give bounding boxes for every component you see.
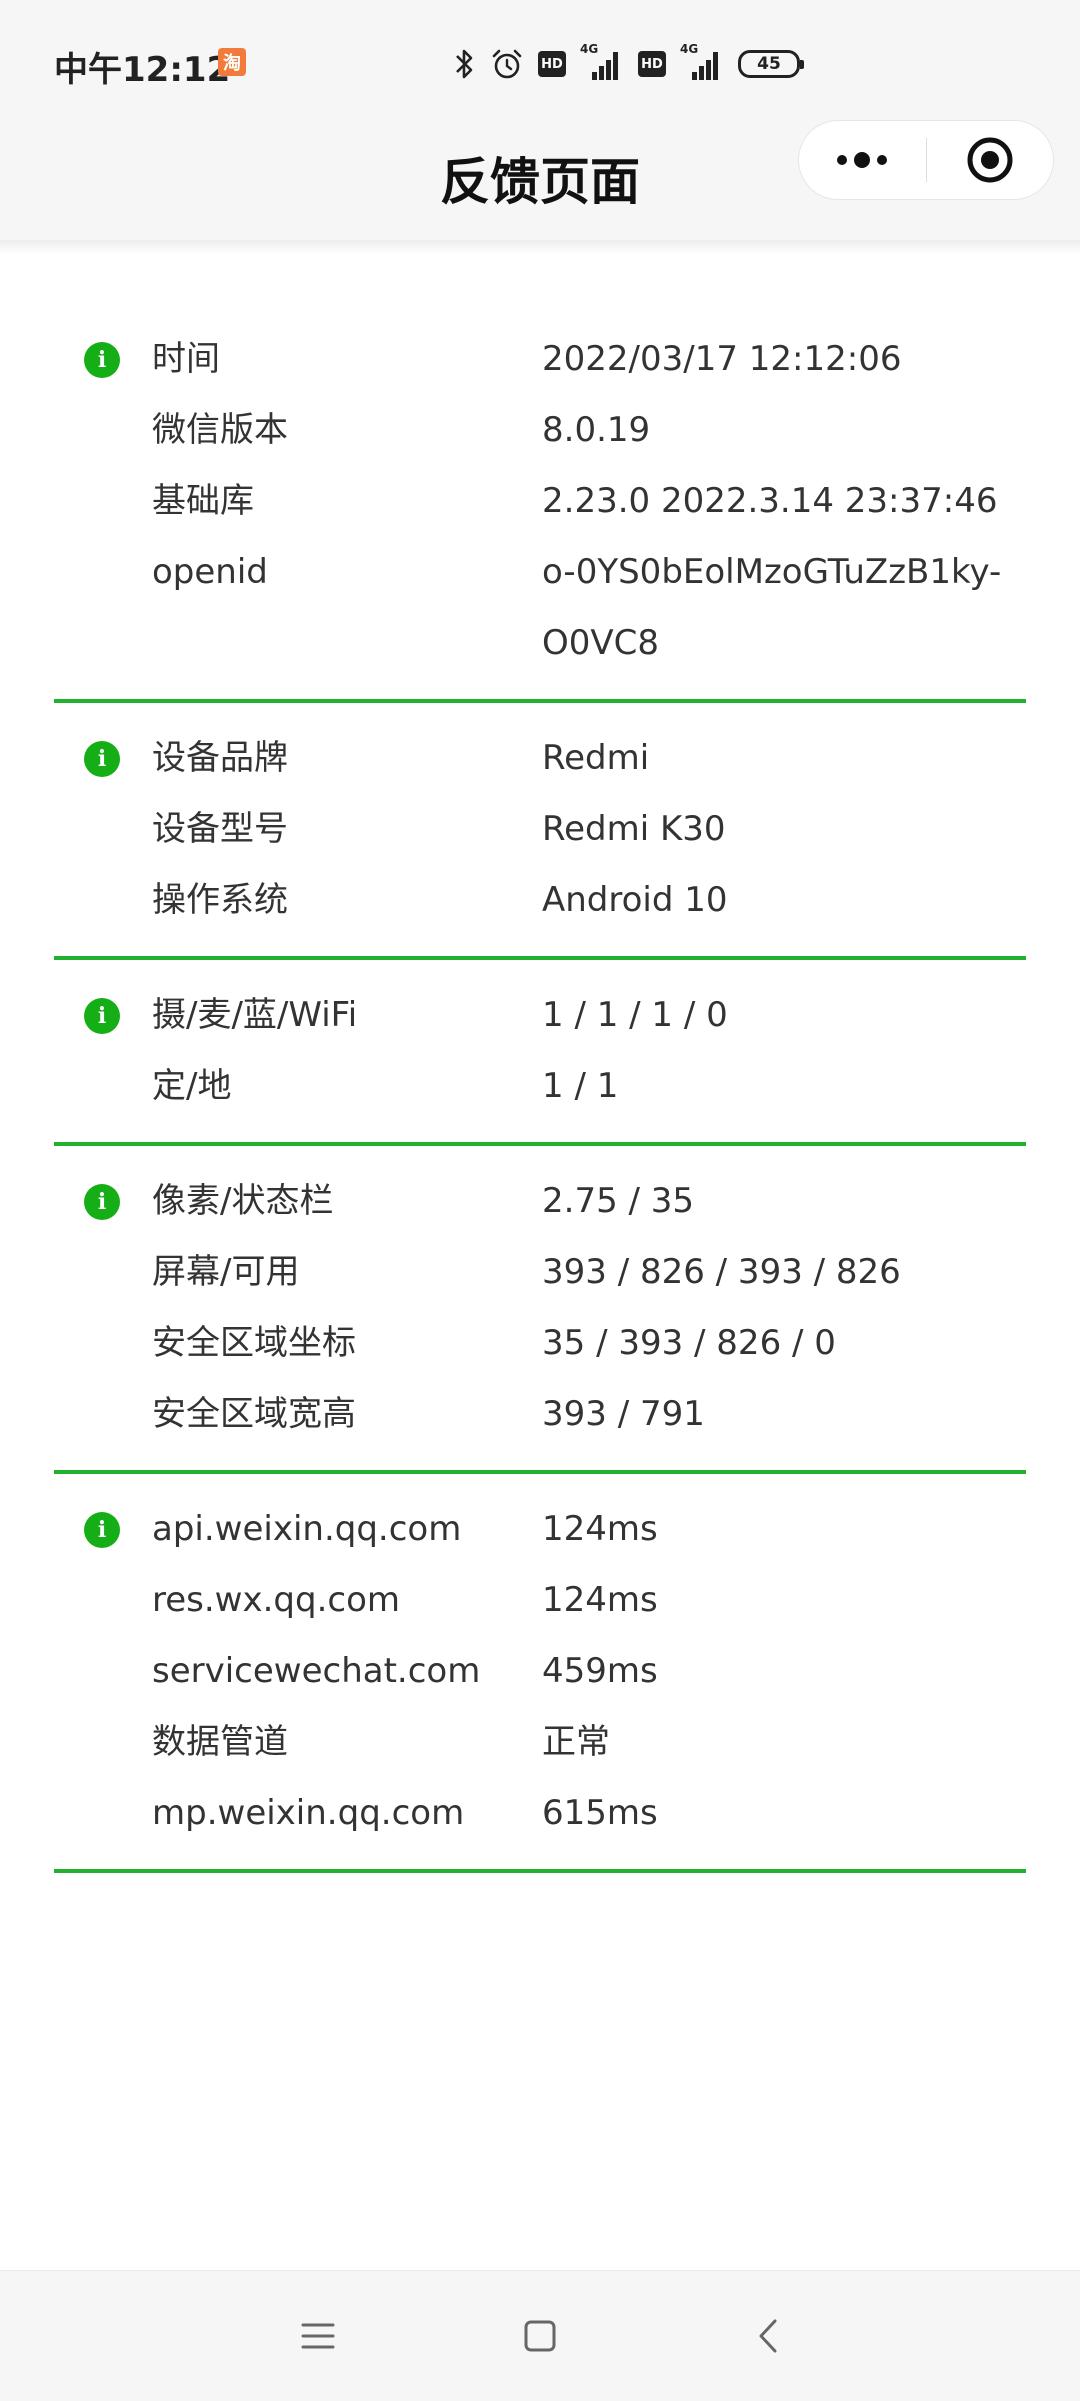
info-label: 设备品牌: [152, 738, 288, 778]
info-section: i 摄/麦/蓝/WiFi 1 / 1 / 1 / 0 定/地 1 / 1: [54, 960, 1026, 1146]
menu-icon: [301, 2323, 335, 2349]
info-label: 安全区域坐标: [152, 1323, 356, 1363]
info-label: 像素/状态栏: [152, 1181, 334, 1221]
menu-nav-button[interactable]: [258, 2271, 378, 2401]
info-row: 安全区域宽高 393 / 791: [54, 1379, 1026, 1450]
info-row: 定/地 1 / 1: [54, 1051, 1026, 1122]
info-value: 124ms: [542, 1580, 658, 1620]
info-label: 摄/麦/蓝/WiFi: [152, 995, 358, 1035]
home-nav-button[interactable]: [480, 2271, 600, 2401]
info-value: o-0YS0bEolMzoGTuZzB1ky-O0VC8: [542, 552, 1002, 663]
info-row: api.weixin.qq.com 124ms: [54, 1494, 1026, 1565]
info-value: 615ms: [542, 1793, 658, 1833]
info-value: Android 10: [542, 880, 728, 920]
info-section: i 时间 2022/03/17 12:12:06 微信版本 8.0.19 基础库 2.23.…: [54, 254, 1026, 703]
info-row: openid o-0YS0bEolMzoGTuZzB1ky-O0VC8: [54, 537, 1026, 679]
info-value: 393 / 826 / 393 / 826: [542, 1252, 901, 1292]
info-label: 微信版本: [152, 410, 288, 450]
info-icon: i: [84, 998, 120, 1034]
info-row: servicewechat.com 459ms: [54, 1636, 1026, 1707]
info-icon: i: [84, 342, 120, 378]
info-value: 1 / 1: [542, 1066, 619, 1106]
info-label: 设备型号: [152, 809, 288, 849]
info-icon: i: [84, 1512, 120, 1548]
nav-bar: 反馈页面: [0, 120, 1080, 240]
back-nav-button[interactable]: [708, 2271, 828, 2401]
info-row: res.wx.qq.com 124ms: [54, 1565, 1026, 1636]
bluetooth-icon: [452, 47, 476, 81]
info-value: Redmi: [542, 738, 650, 778]
target-close-icon: [967, 137, 1013, 183]
info-icon: i: [84, 1184, 120, 1220]
info-label: mp.weixin.qq.com: [152, 1793, 465, 1833]
info-value: 2.75 / 35: [542, 1181, 695, 1221]
more-dots-icon: [837, 152, 888, 168]
back-chevron-icon: [759, 2319, 777, 2353]
info-row: 设备品牌 Redmi: [54, 723, 1026, 794]
info-section: i 像素/状态栏 2.75 / 35 屏幕/可用 393 / 826 / 393 / 8…: [54, 1146, 1026, 1474]
info-row: 操作系统 Android 10: [54, 865, 1026, 936]
info-row: 基础库 2.23.0 2022.3.14 23:37:46: [54, 466, 1026, 537]
info-icon: i: [84, 741, 120, 777]
info-label: res.wx.qq.com: [152, 1580, 400, 1620]
info-value: 2022/03/17 12:12:06: [542, 339, 902, 379]
info-value: Redmi K30: [542, 809, 726, 849]
info-label: 屏幕/可用: [152, 1252, 300, 1292]
info-label: api.weixin.qq.com: [152, 1509, 462, 1549]
more-button[interactable]: [799, 121, 926, 199]
close-miniprogram-button[interactable]: [927, 121, 1054, 199]
info-row: 摄/麦/蓝/WiFi 1 / 1 / 1 / 0: [54, 980, 1026, 1051]
info-label: 定/地: [152, 1066, 232, 1106]
hd-voice-icon: HD: [538, 51, 566, 77]
info-label: 时间: [152, 339, 220, 379]
info-label: 安全区域宽高: [152, 1394, 356, 1434]
info-value: 35 / 393 / 826 / 0: [542, 1323, 836, 1363]
info-value: 8.0.19: [542, 410, 651, 450]
signal-4g-icon: 4G: [580, 42, 624, 82]
info-label: servicewechat.com: [152, 1651, 481, 1691]
home-square-icon: [524, 2320, 556, 2352]
alarm-icon: [490, 47, 524, 81]
info-value: 1 / 1 / 1 / 0: [542, 995, 728, 1035]
info-row: 像素/状态栏 2.75 / 35: [54, 1166, 1026, 1237]
info-value: 2.23.0 2022.3.14 23:37:46: [542, 481, 998, 521]
status-icons: HD 4G HD 4G 45: [452, 40, 804, 88]
hd-voice-icon-2: HD: [638, 51, 666, 77]
info-value: 124ms: [542, 1509, 658, 1549]
nav-shadow: [0, 240, 1080, 254]
info-row: 微信版本 8.0.19: [54, 395, 1026, 466]
info-value: 393 / 791: [542, 1394, 705, 1434]
info-value: 459ms: [542, 1651, 658, 1691]
network-type-label: 4G: [580, 42, 599, 56]
info-section: i api.weixin.qq.com 124ms res.wx.qq.com 124m…: [54, 1474, 1026, 1873]
network-type-label-2: 4G: [680, 42, 699, 56]
info-row: 设备型号 Redmi K30: [54, 794, 1026, 865]
battery-level: 45: [757, 54, 781, 74]
info-label: 数据管道: [152, 1722, 288, 1762]
info-value: 正常: [542, 1722, 610, 1762]
info-row: 时间 2022/03/17 12:12:06: [54, 324, 1026, 395]
info-row: 数据管道 正常: [54, 1707, 1026, 1778]
info-section: i 设备品牌 Redmi 设备型号 Redmi K30 操作系统 Android 10: [54, 703, 1026, 960]
status-bar: 中午12:12 淘 HD 4G HD 4G 45: [0, 0, 1080, 120]
info-row: 安全区域坐标 35 / 393 / 826 / 0: [54, 1308, 1026, 1379]
signal-4g-icon-2: 4G: [680, 42, 724, 82]
info-row: 屏幕/可用 393 / 826 / 393 / 826: [54, 1237, 1026, 1308]
battery-icon: 45: [738, 50, 804, 78]
info-label: 基础库: [152, 481, 254, 521]
info-label: openid: [152, 552, 268, 592]
menu-capsule: [798, 120, 1054, 200]
feedback-content: i 时间 2022/03/17 12:12:06 微信版本 8.0.19 基础库 2.23.…: [0, 254, 1080, 1873]
info-row: mp.weixin.qq.com 615ms: [54, 1778, 1026, 1849]
status-time: 中午12:12: [54, 50, 231, 90]
info-label: 操作系统: [152, 880, 288, 920]
system-nav-bar: [0, 2270, 1080, 2401]
taobao-notification-icon: 淘: [218, 48, 246, 76]
